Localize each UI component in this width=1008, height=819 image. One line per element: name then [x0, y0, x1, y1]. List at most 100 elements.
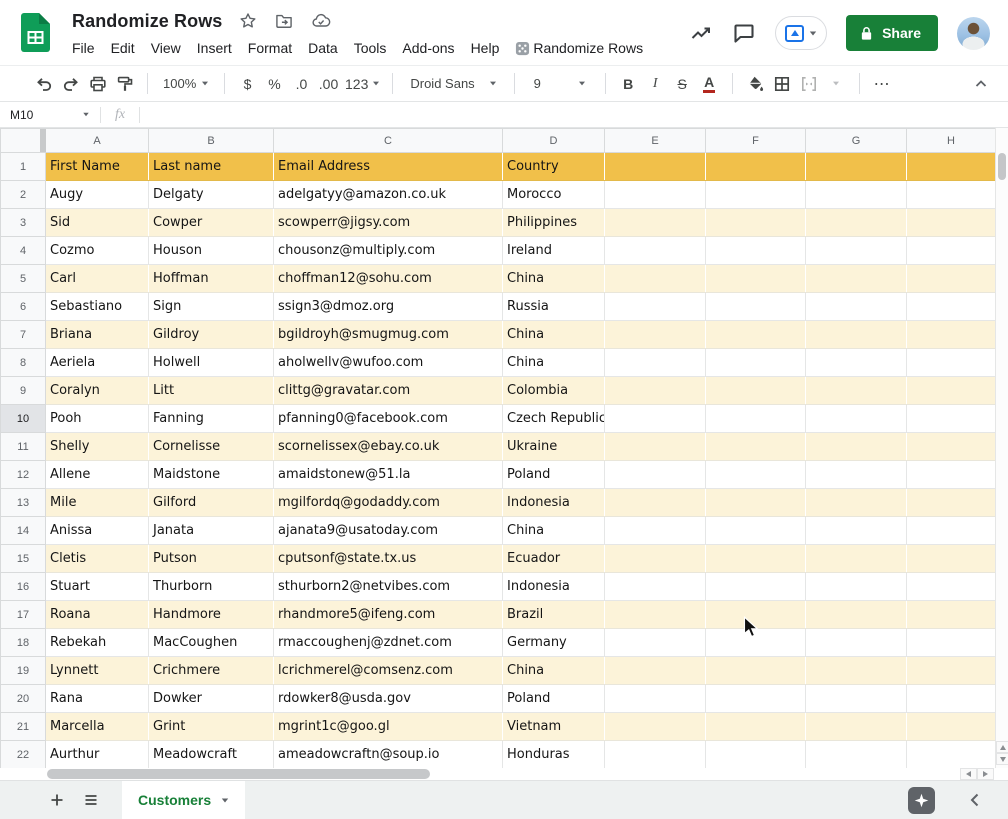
row-header-18[interactable]: 18	[1, 629, 46, 657]
cell-F13[interactable]	[706, 489, 806, 517]
row-header-9[interactable]: 9	[1, 377, 46, 405]
cell-A19[interactable]: Lynnett	[46, 657, 149, 685]
cell-F18[interactable]	[706, 629, 806, 657]
cell-D12[interactable]: Poland	[503, 461, 605, 489]
cell-D9[interactable]: Colombia	[503, 377, 605, 405]
cell-A13[interactable]: Mile	[46, 489, 149, 517]
cell-H6[interactable]	[907, 293, 996, 321]
cell-G6[interactable]	[806, 293, 907, 321]
cell-A11[interactable]: Shelly	[46, 433, 149, 461]
cell-B19[interactable]: Crichmere	[149, 657, 274, 685]
menu-item-data[interactable]: Data	[300, 38, 346, 58]
bold-button[interactable]: B	[615, 71, 642, 97]
cell-G2[interactable]	[806, 181, 907, 209]
cell-A18[interactable]: Rebekah	[46, 629, 149, 657]
cell-C22[interactable]: ameadowcraftn@soup.io	[274, 741, 503, 769]
column-header-c[interactable]: C	[274, 129, 503, 153]
cell-C18[interactable]: rmaccoughenj@zdnet.com	[274, 629, 503, 657]
cell-A2[interactable]: Augy	[46, 181, 149, 209]
scroll-right-button[interactable]	[977, 768, 994, 780]
row-header-19[interactable]: 19	[1, 657, 46, 685]
explore-button[interactable]	[908, 787, 935, 814]
cell-D10[interactable]: Czech Republic	[503, 405, 605, 433]
vertical-scrollbar-thumb[interactable]	[998, 153, 1006, 180]
cell-C10[interactable]: pfanning0@facebook.com	[274, 405, 503, 433]
row-header-22[interactable]: 22	[1, 741, 46, 769]
cell-C16[interactable]: sthurborn2@netvibes.com	[274, 573, 503, 601]
print-button[interactable]	[84, 71, 111, 97]
menu-item-insert[interactable]: Insert	[189, 38, 240, 58]
cell-C8[interactable]: aholwellv@wufoo.com	[274, 349, 503, 377]
cell-B13[interactable]: Gilford	[149, 489, 274, 517]
cell-H21[interactable]	[907, 713, 996, 741]
cell-F6[interactable]	[706, 293, 806, 321]
sheet-tab-customers[interactable]: Customers	[122, 781, 245, 819]
cell-B12[interactable]: Maidstone	[149, 461, 274, 489]
cell-G19[interactable]	[806, 657, 907, 685]
row-header-12[interactable]: 12	[1, 461, 46, 489]
cell-E4[interactable]	[605, 237, 706, 265]
row-header-8[interactable]: 8	[1, 349, 46, 377]
cell-H2[interactable]	[907, 181, 996, 209]
present-dropdown-icon[interactable]	[810, 31, 816, 35]
cell-F19[interactable]	[706, 657, 806, 685]
column-header-g[interactable]: G	[806, 129, 907, 153]
menu-item-view[interactable]: View	[143, 38, 189, 58]
cell-B9[interactable]: Litt	[149, 377, 274, 405]
cell-G1[interactable]	[806, 153, 907, 181]
cell-H20[interactable]	[907, 685, 996, 713]
decrease-decimals-button[interactable]: .0	[288, 71, 315, 97]
cell-B17[interactable]: Handmore	[149, 601, 274, 629]
horizontal-scrollbar-thumb[interactable]	[47, 769, 430, 779]
add-sheet-button[interactable]	[42, 785, 72, 815]
cell-G14[interactable]	[806, 517, 907, 545]
cell-D11[interactable]: Ukraine	[503, 433, 605, 461]
horizontal-scrollbar[interactable]	[0, 768, 1008, 780]
format-percent-button[interactable]: %	[261, 71, 288, 97]
cell-D21[interactable]: Vietnam	[503, 713, 605, 741]
cell-H15[interactable]	[907, 545, 996, 573]
cell-G17[interactable]	[806, 601, 907, 629]
cell-D5[interactable]: China	[503, 265, 605, 293]
cell-F15[interactable]	[706, 545, 806, 573]
cell-C21[interactable]: mgrint1c@goo.gl	[274, 713, 503, 741]
cell-B22[interactable]: Meadowcraft	[149, 741, 274, 769]
cell-E15[interactable]	[605, 545, 706, 573]
cell-F22[interactable]	[706, 741, 806, 769]
cell-G8[interactable]	[806, 349, 907, 377]
cell-C13[interactable]: mgilfordq@godaddy.com	[274, 489, 503, 517]
column-header-a[interactable]: A	[46, 129, 149, 153]
cell-A17[interactable]: Roana	[46, 601, 149, 629]
cell-E21[interactable]	[605, 713, 706, 741]
cell-A12[interactable]: Allene	[46, 461, 149, 489]
cell-D20[interactable]: Poland	[503, 685, 605, 713]
menu-item-randomize-rows-addon[interactable]: Randomize Rows	[507, 38, 651, 58]
cell-C12[interactable]: amaidstonew@51.la	[274, 461, 503, 489]
menu-item-format[interactable]: Format	[240, 38, 300, 58]
cell-C5[interactable]: choffman12@sohu.com	[274, 265, 503, 293]
cell-B7[interactable]: Gildroy	[149, 321, 274, 349]
comments-icon[interactable]	[732, 21, 756, 45]
cell-G18[interactable]	[806, 629, 907, 657]
row-header-14[interactable]: 14	[1, 517, 46, 545]
cell-A15[interactable]: Cletis	[46, 545, 149, 573]
sheets-logo-icon[interactable]	[21, 13, 50, 52]
cell-A10[interactable]: Pooh	[46, 405, 149, 433]
redo-button[interactable]	[57, 71, 84, 97]
cell-G3[interactable]	[806, 209, 907, 237]
move-to-folder-icon[interactable]	[274, 11, 294, 31]
cell-E19[interactable]	[605, 657, 706, 685]
menu-item-edit[interactable]: Edit	[103, 38, 143, 58]
undo-button[interactable]	[30, 71, 57, 97]
cell-D4[interactable]: Ireland	[503, 237, 605, 265]
cell-A1[interactable]: First Name	[46, 153, 149, 181]
cell-C11[interactable]: scornelissex@ebay.co.uk	[274, 433, 503, 461]
cell-G16[interactable]	[806, 573, 907, 601]
cell-B10[interactable]: Fanning	[149, 405, 274, 433]
cell-H12[interactable]	[907, 461, 996, 489]
cell-E7[interactable]	[605, 321, 706, 349]
cell-E13[interactable]	[605, 489, 706, 517]
cell-E12[interactable]	[605, 461, 706, 489]
cell-E14[interactable]	[605, 517, 706, 545]
cell-G9[interactable]	[806, 377, 907, 405]
